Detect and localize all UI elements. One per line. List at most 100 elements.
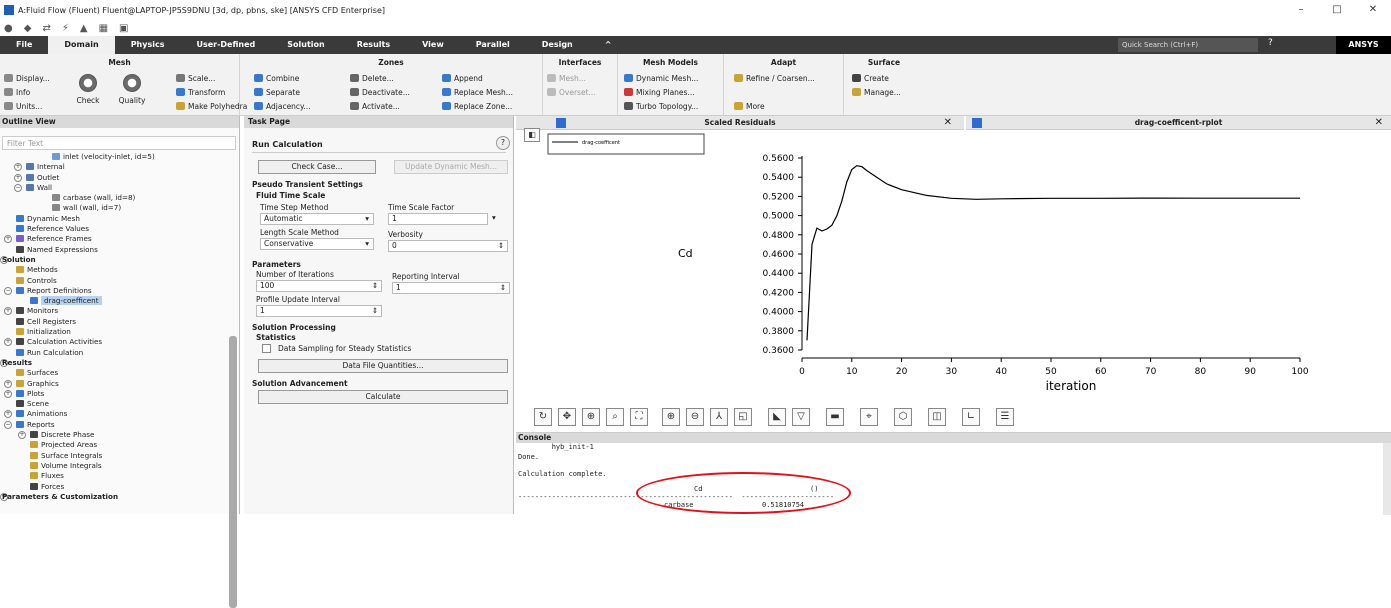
transform-button[interactable]: Transform — [176, 88, 225, 97]
tree-item[interactable]: + Discrete Phase — [0, 430, 230, 440]
minimize-button[interactable]: – — [1283, 0, 1319, 20]
check-case-button[interactable]: Check Case... — [258, 160, 376, 174]
rotate-icon[interactable]: ↻ — [534, 408, 552, 426]
perspective-icon[interactable]: ⬡ — [894, 408, 912, 426]
tree-item[interactable]: Forces — [0, 482, 230, 492]
undo-icon[interactable]: ⇄ — [42, 23, 50, 34]
axes-icon[interactable]: ⅄ — [710, 408, 728, 426]
collapse-icon[interactable]: − — [14, 183, 22, 192]
dynamic-mesh-button[interactable]: Dynamic Mesh... — [624, 74, 698, 83]
tree-item[interactable]: − Reports — [0, 420, 230, 430]
expand-icon[interactable]: + — [14, 173, 22, 182]
expand-icon[interactable]: + — [4, 338, 12, 347]
lightning-icon[interactable]: ⚡ — [62, 23, 69, 34]
adjacency-button[interactable]: Adjacency... — [254, 102, 311, 111]
display-mode-icon[interactable]: ◣ — [768, 408, 786, 426]
tree-item[interactable]: Surface Integrals — [0, 451, 230, 461]
tree-item[interactable]: − Results — [0, 358, 230, 368]
display-button[interactable]: Display... — [4, 74, 50, 83]
tree-item[interactable]: Surfaces — [0, 368, 230, 378]
tree-item[interactable]: + Calculation Activities — [0, 337, 230, 347]
info-button[interactable]: Info — [4, 88, 30, 97]
close-tab-icon[interactable]: ✕ — [944, 116, 952, 130]
collapse-icon[interactable]: − — [4, 420, 12, 429]
open-icon[interactable]: ● — [4, 23, 13, 34]
expand-icon[interactable]: + — [4, 235, 12, 244]
tree-item[interactable]: + Monitors — [0, 306, 230, 316]
view-icon[interactable]: ◱ — [734, 408, 752, 426]
plot-axes-icon[interactable]: ∟ — [962, 408, 980, 426]
help-button[interactable]: ? — [496, 136, 510, 150]
close-button[interactable]: ✕ — [1355, 0, 1391, 20]
close-tab-icon[interactable]: ✕ — [1375, 116, 1383, 130]
zoom-in-out-icon[interactable]: ⊕ — [582, 408, 600, 426]
tree-item[interactable]: − Report Definitions — [0, 286, 230, 296]
pan-icon[interactable]: ✥ — [558, 408, 576, 426]
separate-button[interactable]: Separate — [254, 88, 300, 97]
menu-design[interactable]: Design — [526, 36, 589, 54]
tree-item[interactable]: + Plots — [0, 389, 230, 399]
tree-item[interactable]: Run Calculation — [0, 348, 230, 358]
zoom-out-icon[interactable]: ⊖ — [686, 408, 704, 426]
expand-icon[interactable]: + — [4, 379, 12, 388]
profile-update-interval-input[interactable]: 1 ⇕ — [256, 305, 382, 317]
menu-view[interactable]: View — [406, 36, 460, 54]
time-step-method-select[interactable]: Automatic ▾ — [260, 213, 374, 225]
layout-icon[interactable]: ◫ — [928, 408, 946, 426]
tree-item[interactable]: + Reference Frames — [0, 234, 230, 244]
check-button[interactable]: Check — [70, 74, 106, 105]
probe-icon[interactable]: ⌖ — [860, 408, 878, 426]
verbosity-input[interactable]: 0 ⇕ — [388, 240, 508, 252]
update-dynamic-mesh-button[interactable]: Update Dynamic Mesh... — [394, 160, 508, 174]
expand-icon[interactable]: + — [4, 307, 12, 316]
outline-scrollbar[interactable] — [229, 336, 237, 608]
tree-item[interactable]: + Outlet — [0, 173, 230, 183]
tree-item[interactable]: Volume Integrals — [0, 461, 230, 471]
collapse-icon[interactable]: − — [4, 286, 12, 295]
tree-item[interactable]: Initialization — [0, 327, 230, 337]
scale-button[interactable]: Scale... — [176, 74, 215, 83]
tree-item[interactable]: Scene — [0, 399, 230, 409]
tree-item[interactable]: + Graphics — [0, 379, 230, 389]
data-sampling-checkbox[interactable] — [262, 344, 271, 353]
time-scale-factor-input[interactable]: 1 — [388, 213, 488, 225]
grid-icon[interactable]: ▦ — [99, 23, 108, 34]
delete-button[interactable]: Delete... — [350, 74, 394, 83]
overset-button[interactable]: Overset... — [547, 88, 596, 97]
activate-button[interactable]: Activate... — [350, 102, 400, 111]
make-polyhedra-button[interactable]: Make Polyhedra — [176, 102, 247, 111]
tree-item[interactable]: Projected Areas — [0, 440, 230, 450]
mixing-planes-button[interactable]: Mixing Planes... — [624, 88, 695, 97]
collapse-ribbon-button[interactable]: ^ — [589, 36, 628, 54]
tree-item[interactable]: drag-coefficent — [0, 296, 230, 306]
tree-item[interactable]: Controls — [0, 276, 230, 286]
tree-item[interactable]: + Parameters & Customization — [0, 492, 230, 502]
reporting-interval-input[interactable]: 1 ⇕ — [392, 282, 510, 294]
tree-item[interactable]: Cell Registers — [0, 317, 230, 327]
expand-icon[interactable]: + — [18, 431, 26, 440]
tree-item[interactable]: carbase (wall, id=8) — [0, 193, 230, 203]
tree-item[interactable]: Methods — [0, 265, 230, 275]
calculate-button[interactable]: Calculate — [258, 390, 508, 404]
zoom-in-icon[interactable]: ⊕ — [662, 408, 680, 426]
quick-search-input[interactable]: Quick Search (Ctrl+F) — [1118, 38, 1258, 52]
text-icon[interactable]: ☰ — [996, 408, 1014, 426]
tree-item[interactable]: + Animations — [0, 409, 230, 419]
menu-results[interactable]: Results — [341, 36, 406, 54]
tree-item[interactable]: wall (wall, id=7) — [0, 203, 230, 213]
logo-a-icon[interactable]: ▲ — [80, 23, 88, 34]
menu-file[interactable]: File — [0, 36, 48, 54]
expand-icon[interactable]: + — [4, 410, 12, 419]
gallery-icon[interactable]: ▣ — [119, 23, 128, 34]
menu-user-defined[interactable]: User-Defined — [180, 36, 271, 54]
chevron-down-icon[interactable]: ▾ — [492, 213, 496, 222]
tree-item[interactable]: Dynamic Mesh — [0, 214, 230, 224]
turbo-topology-button[interactable]: Turbo Topology... — [624, 102, 698, 111]
manage-surface-button[interactable]: Manage... — [852, 88, 901, 97]
refine-coarsen-button[interactable]: Refine / Coarsen... — [734, 74, 815, 83]
replace-mesh-button[interactable]: Replace Mesh... — [442, 88, 513, 97]
mesh-display-icon[interactable]: ▽ — [792, 408, 810, 426]
help-icon[interactable]: ? — [1268, 38, 1273, 48]
ruler-icon[interactable]: ▬ — [826, 408, 844, 426]
units-button[interactable]: Units... — [4, 102, 42, 111]
